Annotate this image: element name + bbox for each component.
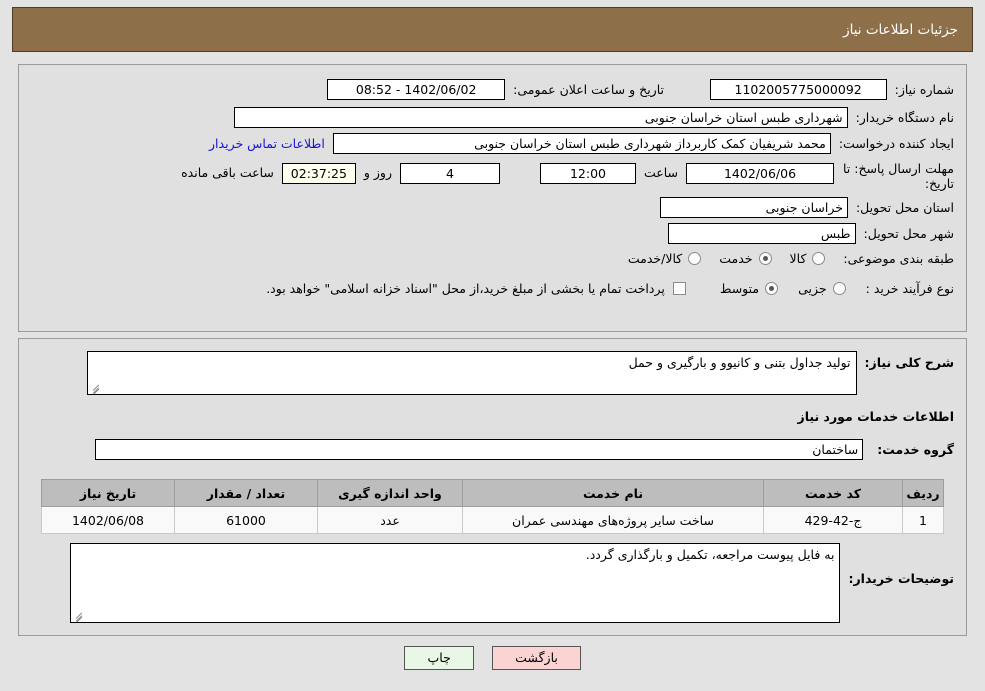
category-option-kala[interactable]: کالا: [790, 251, 826, 266]
buyer-notes-label: توضیحات خریدار:: [848, 571, 954, 586]
countdown-label: ساعت باقی مانده: [181, 165, 274, 180]
buyer-notes-textarea[interactable]: به فایل پیوست مراجعه، تکمیل و بارگذاری گ…: [70, 543, 841, 623]
need-number-row: شماره نیاز: 1102005775000092: [709, 79, 954, 100]
general-desc-textarea[interactable]: تولید جداول بتنی و کانیوو و بارگیری و حم…: [86, 351, 857, 395]
announce-datetime-label: تاریخ و ساعت اعلان عمومی:: [513, 82, 664, 97]
purchase-radio-motavaset[interactable]: [765, 282, 779, 295]
category-radio-kala-khedmat-label: کالا/خدمت: [627, 251, 683, 266]
creator-row: ایجاد کننده درخواست: محمد شریفیان کمک کا…: [209, 133, 954, 154]
province-field[interactable]: خراسان جنوبی: [659, 197, 848, 218]
footer-buttons: بازگشت چاپ: [0, 646, 985, 670]
days-label: روز و: [363, 165, 392, 180]
treasury-checkbox-label: پرداخت تمام یا بخشی از مبلغ خرید،از محل …: [266, 281, 665, 296]
buyer-notes-row: توضیحات خریدار: به فایل پیوست مراجعه، تک…: [70, 543, 954, 623]
cell-radif: 1: [902, 506, 944, 534]
th-unit: واحد اندازه گیری: [317, 479, 463, 507]
treasury-checkbox-group[interactable]: پرداخت تمام یا بخشی از مبلغ خرید،از محل …: [266, 281, 686, 296]
deadline-time-label: ساعت: [643, 165, 678, 180]
cell-service-name: ساخت سایر پروژه‌های مهندسی عمران: [462, 506, 764, 534]
table-row: 1 ج-42-429 ساخت سایر پروژه‌های مهندسی عم…: [41, 506, 944, 534]
category-radio-kala-label: کالا: [789, 251, 807, 266]
table-header-row: ردیف کد خدمت نام خدمت واحد اندازه گیری ت…: [41, 479, 944, 507]
need-number-label: شماره نیاز:: [894, 82, 954, 97]
city-field[interactable]: طبس: [667, 223, 856, 244]
cell-quantity: 61000: [174, 506, 318, 534]
announce-datetime-row: تاریخ و ساعت اعلان عمومی: 1402/06/02 - 0…: [327, 79, 664, 100]
days-remaining-field[interactable]: 4: [399, 163, 500, 184]
need-number-field[interactable]: 1102005775000092: [709, 79, 887, 100]
category-row: طبقه بندی موضوعی: کالا خدمت کالا/خدمت: [628, 251, 954, 266]
cell-service-code: ج-42-429: [763, 506, 903, 534]
purchase-radio-jozi[interactable]: [832, 282, 846, 295]
announce-datetime-field[interactable]: 1402/06/02 - 08:52: [327, 79, 506, 100]
th-service-name: نام خدمت: [462, 479, 764, 507]
purchase-type-row: نوع فرآیند خرید : جزیی متوسط پرداخت تمام…: [266, 281, 954, 296]
creator-label: ایجاد کننده درخواست:: [838, 136, 954, 151]
buyer-org-row: نام دستگاه خریدار: شهرداری طبس استان خرا…: [233, 107, 954, 128]
th-quantity: تعداد / مقدار: [174, 479, 318, 507]
purchase-option-jozi[interactable]: جزیی: [798, 281, 846, 296]
buyer-org-label: نام دستگاه خریدار:: [855, 110, 954, 125]
page-header: جزئیات اطلاعات نیاز: [12, 7, 973, 52]
deadline-label: مهلت ارسال پاسخ: تا تاریخ:: [843, 161, 954, 191]
print-button[interactable]: چاپ: [404, 646, 475, 670]
service-group-label: گروه خدمت:: [877, 442, 954, 457]
province-row: استان محل تحویل: خراسان جنوبی: [659, 197, 954, 218]
deadline-date-field[interactable]: 1402/06/06: [686, 163, 834, 184]
category-option-khedmat[interactable]: خدمت: [719, 251, 772, 266]
category-radio-kala-khedmat[interactable]: [688, 252, 702, 265]
th-radif: ردیف: [902, 479, 944, 507]
cell-need-date: 1402/06/08: [41, 506, 175, 534]
resize-grip-icon-notes[interactable]: [73, 611, 83, 621]
category-option-kala-khedmat[interactable]: کالا/خدمت: [627, 251, 702, 266]
category-radio-kala[interactable]: [812, 252, 826, 265]
resize-grip-icon[interactable]: [90, 383, 100, 393]
purchase-radio-jozi-label: جزیی: [798, 281, 827, 296]
treasury-checkbox[interactable]: [672, 282, 686, 295]
services-table-wrapper: ردیف کد خدمت نام خدمت واحد اندازه گیری ت…: [41, 479, 944, 534]
th-need-date: تاریخ نیاز: [41, 479, 175, 507]
category-radio-khedmat-label: خدمت: [719, 251, 753, 266]
general-desc-value: تولید جداول بتنی و کانیوو و بارگیری و حم…: [628, 355, 851, 370]
back-button[interactable]: بازگشت: [492, 646, 581, 670]
general-desc-row: شرح کلی نیاز: تولید جداول بتنی و کانیوو …: [86, 351, 954, 395]
general-desc-label: شرح کلی نیاز:: [864, 355, 954, 370]
purchase-option-motavaset[interactable]: متوسط: [719, 281, 779, 296]
countdown-field: 02:37:25: [281, 163, 356, 184]
buyer-org-field[interactable]: شهرداری طبس استان خراسان جنوبی: [233, 107, 848, 128]
cell-unit: عدد: [317, 506, 463, 534]
city-row: شهر محل تحویل: طبس: [667, 223, 954, 244]
category-radio-khedmat[interactable]: [758, 252, 772, 265]
purchase-type-label: نوع فرآیند خرید :: [865, 281, 954, 296]
service-group-row: گروه خدمت: ساختمان: [95, 439, 954, 460]
purchase-radio-motavaset-label: متوسط: [719, 281, 760, 296]
need-summary-panel: شماره نیاز: 1102005775000092 تاریخ و ساع…: [18, 64, 967, 332]
deadline-time-field[interactable]: 12:00: [539, 163, 636, 184]
creator-field[interactable]: محمد شریفیان کمک کاربرداز شهرداری طبس اس…: [332, 133, 831, 154]
services-table: ردیف کد خدمت نام خدمت واحد اندازه گیری ت…: [41, 479, 944, 534]
category-label: طبقه بندی موضوعی:: [843, 251, 954, 266]
province-label: استان محل تحویل:: [855, 200, 954, 215]
buyer-notes-value: به فایل پیوست مراجعه، تکمیل و بارگذاری گ…: [585, 547, 835, 562]
service-group-field[interactable]: ساختمان: [95, 439, 864, 460]
city-label: شهر محل تحویل:: [863, 226, 954, 241]
deadline-row: مهلت ارسال پاسخ: تا تاریخ: 1402/06/06 سا…: [181, 161, 954, 191]
services-section-title: اطلاعات خدمات مورد نیاز: [797, 409, 955, 424]
buyer-contact-link[interactable]: اطلاعات تماس خریدار: [209, 136, 325, 151]
service-details-panel: شرح کلی نیاز: تولید جداول بتنی و کانیوو …: [18, 338, 967, 636]
page-title: جزئیات اطلاعات نیاز: [843, 21, 958, 38]
th-service-code: کد خدمت: [763, 479, 903, 507]
